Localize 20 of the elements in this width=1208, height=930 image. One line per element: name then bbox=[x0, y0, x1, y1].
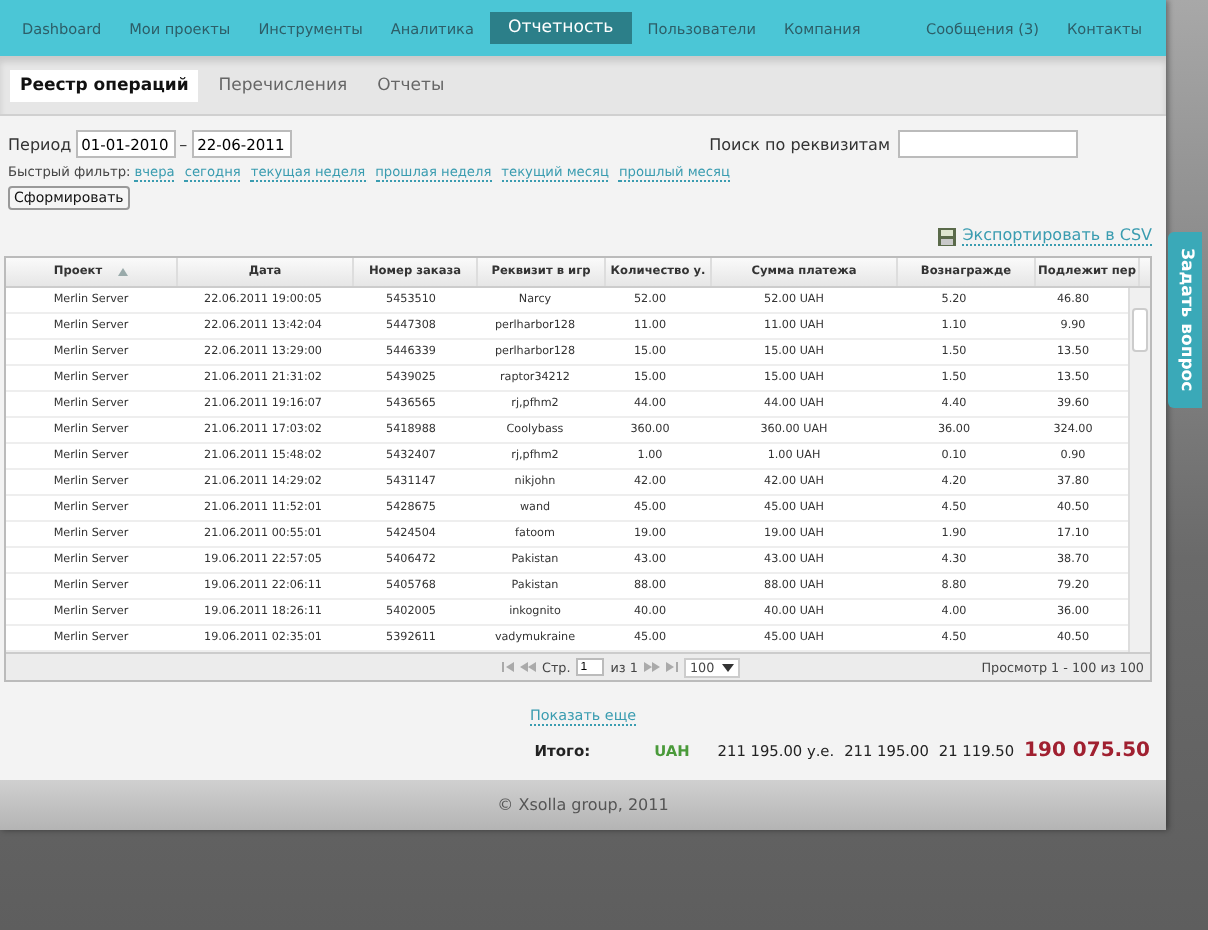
copyright-text: © Xsolla group, 2011 bbox=[497, 796, 669, 814]
period-label: Период bbox=[8, 135, 72, 153]
scrollbar[interactable] bbox=[1128, 288, 1150, 652]
ask-question-tab[interactable]: Задать вопрос bbox=[1168, 232, 1202, 408]
export-csv-link[interactable]: Экспортировать в CSV bbox=[962, 226, 1152, 246]
sort-icon bbox=[118, 267, 129, 277]
nav-tab[interactable]: Отчетность bbox=[489, 12, 632, 44]
subtab[interactable]: Реестр операций bbox=[10, 69, 199, 101]
grand-total: 190 075.50 bbox=[1024, 740, 1150, 762]
floppy-icon bbox=[938, 227, 957, 245]
next-page-icon[interactable] bbox=[643, 662, 660, 672]
subtab[interactable]: Отчеты bbox=[367, 69, 455, 101]
prev-page-icon[interactable] bbox=[520, 662, 536, 672]
last-page-icon[interactable] bbox=[665, 662, 678, 672]
search-label: Поиск по реквизитам bbox=[709, 135, 890, 153]
subtab[interactable]: Перечисления bbox=[208, 69, 358, 101]
dropdown-caret-icon bbox=[722, 663, 735, 671]
search-field[interactable] bbox=[898, 130, 1078, 158]
dash-text: – bbox=[179, 135, 188, 153]
first-page-icon[interactable] bbox=[502, 662, 514, 672]
